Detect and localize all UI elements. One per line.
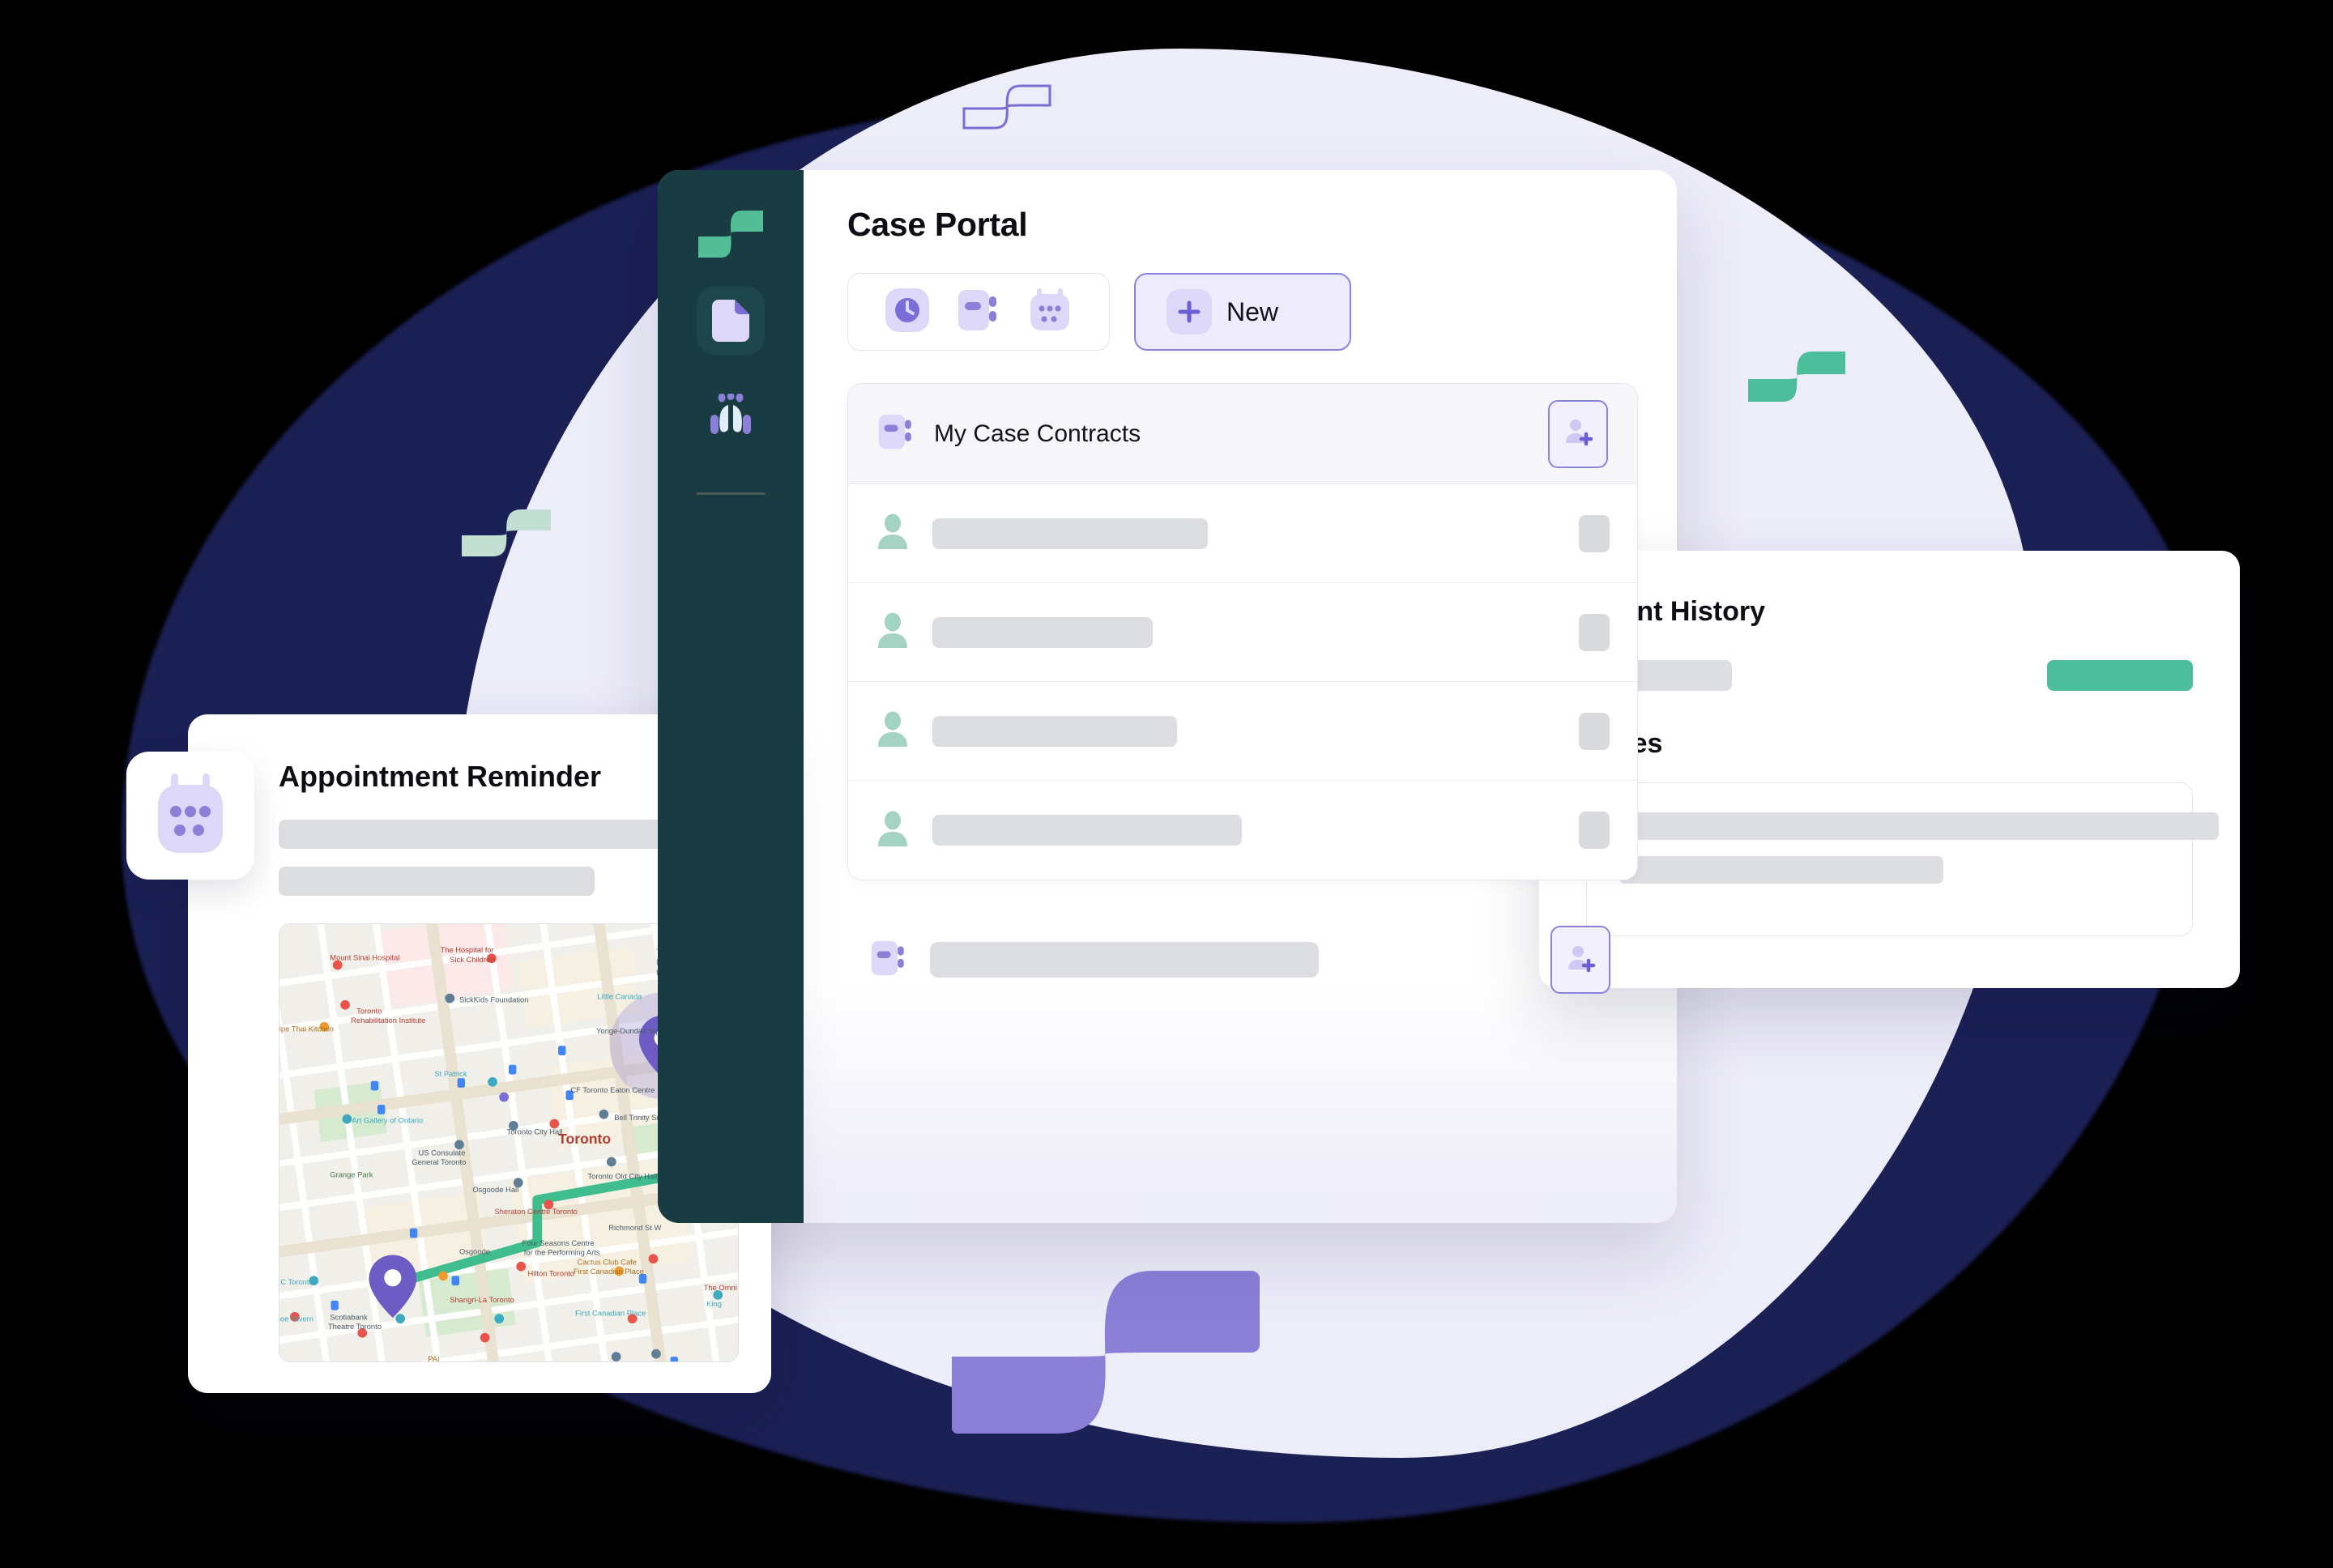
svg-text:St Patrick: St Patrick [434,1069,467,1078]
notebook-icon [877,413,915,454]
contracts-list [848,484,1637,880]
svg-text:for the Performing Arts: for the Performing Arts [524,1248,600,1257]
row-placeholder-bar [932,616,1153,648]
wave-green-icon [1748,348,1845,405]
svg-text:Osgoode: Osgoode [459,1246,490,1255]
sidebar-divider [696,492,766,495]
plus-icon [1166,289,1212,334]
notes-title: Notes [1586,728,2193,760]
svg-text:Sheraton Centre Toronto: Sheraton Centre Toronto [494,1207,578,1216]
svg-text:Theatre Toronto: Theatre Toronto [328,1322,382,1331]
wave-outline-icon [962,81,1051,131]
new-button[interactable]: New [1134,273,1351,351]
add-person-button[interactable] [1550,926,1610,994]
appointment-line [279,820,684,849]
appointment-badge [126,752,254,880]
svg-text:Rehabilitation Institute: Rehabilitation Institute [351,1016,425,1025]
person-avatar-icon [876,513,910,553]
appointment-line [279,867,595,896]
toolbar: New [847,273,1638,351]
svg-text:PAI: PAI [428,1354,439,1361]
row-chip [1579,613,1610,651]
footer-placeholder-bar [930,942,1319,978]
toolbar-icon-group [847,273,1110,351]
sidebar [658,170,804,1223]
svg-text:Toronto: Toronto [356,1006,382,1015]
add-person-icon [1565,943,1596,978]
svg-text:The Hospital for: The Hospital for [440,945,493,954]
add-person-button[interactable] [1548,399,1608,468]
svg-text:Toronto: Toronto [558,1131,611,1147]
table-row[interactable] [848,583,1637,682]
svg-text:CF Toronto Eaton Centre: CF Toronto Eaton Centre [570,1085,655,1094]
note-line [1619,812,2219,840]
client-history-title: Client History [1586,596,1766,627]
sidebar-item-lungs[interactable] [697,382,765,450]
lungs-icon [707,394,754,439]
row-placeholder-bar [932,715,1177,747]
row-placeholder-bar [932,815,1242,846]
sidebar-item-documents[interactable] [697,287,765,355]
table-row[interactable] [848,682,1637,781]
person-avatar-icon [876,711,910,751]
composition-stage: Case Portal New My Case Contracts Client… [0,0,2333,1568]
row-chip [1579,812,1610,849]
notes-box[interactable] [1586,782,2219,936]
svg-text:Scotiabank: Scotiabank [330,1312,368,1321]
svg-text:Toronto City Hall: Toronto City Hall [507,1127,563,1136]
svg-text:Little Canada: Little Canada [597,992,642,1001]
svg-text:Art Gallery of Ontario: Art Gallery of Ontario [352,1115,423,1124]
client-history-summary-row [1586,660,2193,691]
row-chip [1579,514,1610,552]
contracts-card-title: My Case Contracts [934,420,1141,447]
contracts-footer-row [847,926,1638,994]
status-badge [2047,660,2193,691]
svg-text:Toronto Old City Hall: Toronto Old City Hall [587,1172,657,1181]
table-row[interactable] [848,781,1637,880]
svg-text:Hilton Toronto: Hilton Toronto [527,1268,574,1277]
robot-icon [153,773,228,859]
svg-text:US Consulate: US Consulate [418,1148,465,1157]
svg-text:Grange Park: Grange Park [330,1170,373,1178]
svg-text:Richmond St W: Richmond St W [608,1223,661,1232]
svg-text:The Omni King Edward: The Omni King Edward [704,1283,738,1292]
svg-text:Four Seasons Centre: Four Seasons Centre [522,1238,594,1247]
svg-text:SickKids Foundation: SickKids Foundation [459,995,528,1003]
wave-mint-icon [462,506,551,560]
page-title: Case Portal [847,206,1028,243]
svg-text:Sick Children: Sick Children [450,955,494,964]
svg-text:King: King [706,1299,722,1308]
svg-text:Cactus Club Cafe: Cactus Club Cafe [578,1257,637,1266]
calendar-icon[interactable] [1028,288,1072,336]
svg-text:Osgoode Hall: Osgoode Hall [472,1185,518,1194]
document-icon [712,300,749,342]
app-window: Case Portal New My Case Contracts [658,170,1677,1223]
svg-text:First Canadian Place: First Canadian Place [574,1267,644,1276]
svg-text:General Toronto: General Toronto [412,1157,466,1166]
contracts-card-header: My Case Contracts [848,384,1637,484]
wave-purple-icon [952,1259,1260,1434]
main-content: Case Portal New My Case Contracts [804,170,1677,1223]
brand-wave-logo [698,209,763,259]
svg-text:Mount Sinai Hospital: Mount Sinai Hospital [330,953,399,962]
contracts-card: My Case Contracts [847,383,1638,880]
svg-text:Koh Lipe Thai Kitchen: Koh Lipe Thai Kitchen [279,1025,334,1033]
notebook-icon[interactable] [957,288,1000,336]
row-placeholder-bar [932,518,1208,549]
notebook-icon [870,940,907,981]
person-avatar-icon [876,612,910,652]
table-row[interactable] [848,484,1637,583]
svg-text:Horseshoe Tavern: Horseshoe Tavern [279,1314,313,1323]
svg-text:First Canadian Place: First Canadian Place [575,1309,646,1318]
clock-icon[interactable] [885,288,929,336]
add-person-icon [1563,416,1593,451]
new-button-label: New [1226,296,1279,326]
svg-text:Yonge-Dundas Sq: Yonge-Dundas Sq [596,1026,658,1035]
person-avatar-icon [876,811,910,850]
svg-text:Shangri-La Toronto: Shangri-La Toronto [450,1295,514,1304]
svg-text:MEC Toronto: MEC Toronto [279,1277,313,1286]
row-chip [1579,712,1610,750]
